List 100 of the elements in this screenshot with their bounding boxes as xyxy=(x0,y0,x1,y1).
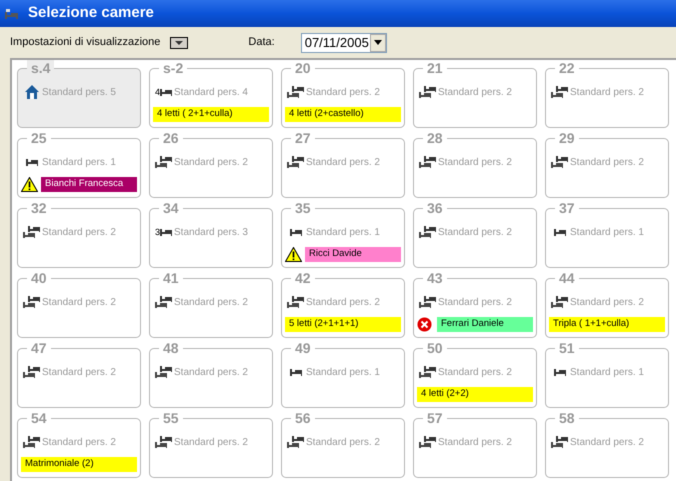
date-label: Data: xyxy=(248,35,275,50)
room-number: 34 xyxy=(159,200,183,216)
beds-icon xyxy=(154,295,172,309)
beds-icon xyxy=(550,295,568,309)
room-type: Standard pers. 2 xyxy=(42,366,116,380)
beds-icon xyxy=(418,365,436,379)
room-type: Standard pers. 2 xyxy=(42,436,116,450)
room-number: 41 xyxy=(159,270,183,286)
room-note: Tripla ( 1+1+culla) xyxy=(549,316,665,332)
error-icon xyxy=(417,316,432,332)
room-type: Standard pers. 2 xyxy=(438,86,512,100)
beds-icon xyxy=(418,85,436,99)
room-type: Standard pers. 1 xyxy=(570,366,644,380)
beds-icon xyxy=(4,8,20,20)
room-type: Standard pers. 2 xyxy=(438,366,512,380)
beds-icon xyxy=(154,365,172,379)
room-type: Standard pers. 2 xyxy=(438,156,512,170)
bed-icon xyxy=(554,228,566,236)
settings-button[interactable] xyxy=(170,36,188,48)
room-number: 35 xyxy=(291,200,315,216)
beds-icon xyxy=(154,435,172,449)
room-type: Standard pers. 2 xyxy=(306,296,380,310)
beds-icon xyxy=(286,155,304,169)
room-number: 40 xyxy=(27,270,51,286)
room-type: Standard pers. 2 xyxy=(438,226,512,240)
room-number: 21 xyxy=(423,60,447,76)
beds-icon xyxy=(550,155,568,169)
room-number: 37 xyxy=(555,200,579,216)
dropdown-button[interactable] xyxy=(370,34,386,52)
beds-icon xyxy=(418,435,436,449)
room-note: 5 letti (2+1+1+1) xyxy=(285,316,401,332)
room-number: 28 xyxy=(423,130,447,146)
dropdown-icon xyxy=(174,40,184,46)
bed-icon xyxy=(290,228,302,236)
beds-icon xyxy=(22,225,40,239)
beds-icon xyxy=(418,225,436,239)
bed-icon xyxy=(554,368,566,376)
room-number: 22 xyxy=(555,60,579,76)
beds-icon xyxy=(22,295,40,309)
room-number: s.4 xyxy=(27,60,54,76)
room-type: Standard pers. 2 xyxy=(174,366,248,380)
beds-icon xyxy=(22,435,40,449)
guest-tag: Ricci Davide xyxy=(305,246,401,262)
room-type: Standard pers. 2 xyxy=(438,436,512,450)
beds-icon xyxy=(550,85,568,99)
room-number: 20 xyxy=(291,60,315,76)
beds-icon xyxy=(418,155,436,169)
beds-icon xyxy=(286,435,304,449)
bed-icon xyxy=(160,88,172,96)
date-field[interactable]: 07/11/2005 xyxy=(300,32,387,52)
guest-tag: Bianchi Francesca xyxy=(41,176,137,192)
room-number: 42 xyxy=(291,270,315,286)
room-number: 55 xyxy=(159,410,183,426)
room-type: Standard pers. 2 xyxy=(174,296,248,310)
room-type: Standard pers. 2 xyxy=(306,86,380,100)
room-number: 50 xyxy=(423,340,447,356)
room-number: 54 xyxy=(27,410,51,426)
room-type: Standard pers. 1 xyxy=(570,226,644,240)
room-type: Standard pers. 2 xyxy=(570,296,644,310)
bed-count: 4 xyxy=(154,87,160,97)
room-number: 43 xyxy=(423,270,447,286)
room-type: Standard pers. 2 xyxy=(570,436,644,450)
room-number: 49 xyxy=(291,340,315,356)
room-type: Standard pers. 2 xyxy=(306,156,380,170)
room-number: 47 xyxy=(27,340,51,356)
caret-icon xyxy=(374,40,382,45)
room-number: 44 xyxy=(555,270,579,286)
room-type: Standard pers. 1 xyxy=(306,366,380,380)
room-note: 4 letti (2+castello) xyxy=(285,106,401,122)
room-type: Standard pers. 2 xyxy=(306,436,380,450)
room-type: Standard pers. 5 xyxy=(42,86,116,100)
room-type: Standard pers. 1 xyxy=(42,156,116,170)
room-number: s-2 xyxy=(159,60,188,76)
room-type: Standard pers. 2 xyxy=(570,156,644,170)
room-number: 56 xyxy=(291,410,315,426)
beds-icon xyxy=(22,365,40,379)
window-title: Selezione camere xyxy=(28,3,154,24)
room-note: Matrimoniale (2) xyxy=(21,456,137,472)
bed-icon xyxy=(160,228,172,236)
settings-label: Impostazioni di visualizzazione xyxy=(10,35,160,50)
room-type: Standard pers. 3 xyxy=(174,226,248,240)
room-type: Standard pers. 4 xyxy=(174,86,248,100)
room-number: 48 xyxy=(159,340,183,356)
room-type: Standard pers. 1 xyxy=(306,226,380,240)
room-note: 4 letti ( 2+1+culla) xyxy=(153,106,269,122)
beds-icon xyxy=(286,295,304,309)
room-type: Standard pers. 2 xyxy=(174,436,248,450)
room-number: 25 xyxy=(27,130,51,146)
beds-icon xyxy=(418,295,436,309)
beds-icon xyxy=(154,155,172,169)
room-type: Standard pers. 2 xyxy=(570,86,644,100)
room-type: Standard pers. 2 xyxy=(42,296,116,310)
bed-icon xyxy=(290,368,302,376)
room-number: 57 xyxy=(423,410,447,426)
room-number: 32 xyxy=(27,200,51,216)
beds-icon xyxy=(286,85,304,99)
house-icon xyxy=(24,84,40,100)
room-number: 29 xyxy=(555,130,579,146)
warning-icon xyxy=(285,246,302,262)
room-number: 26 xyxy=(159,130,183,146)
